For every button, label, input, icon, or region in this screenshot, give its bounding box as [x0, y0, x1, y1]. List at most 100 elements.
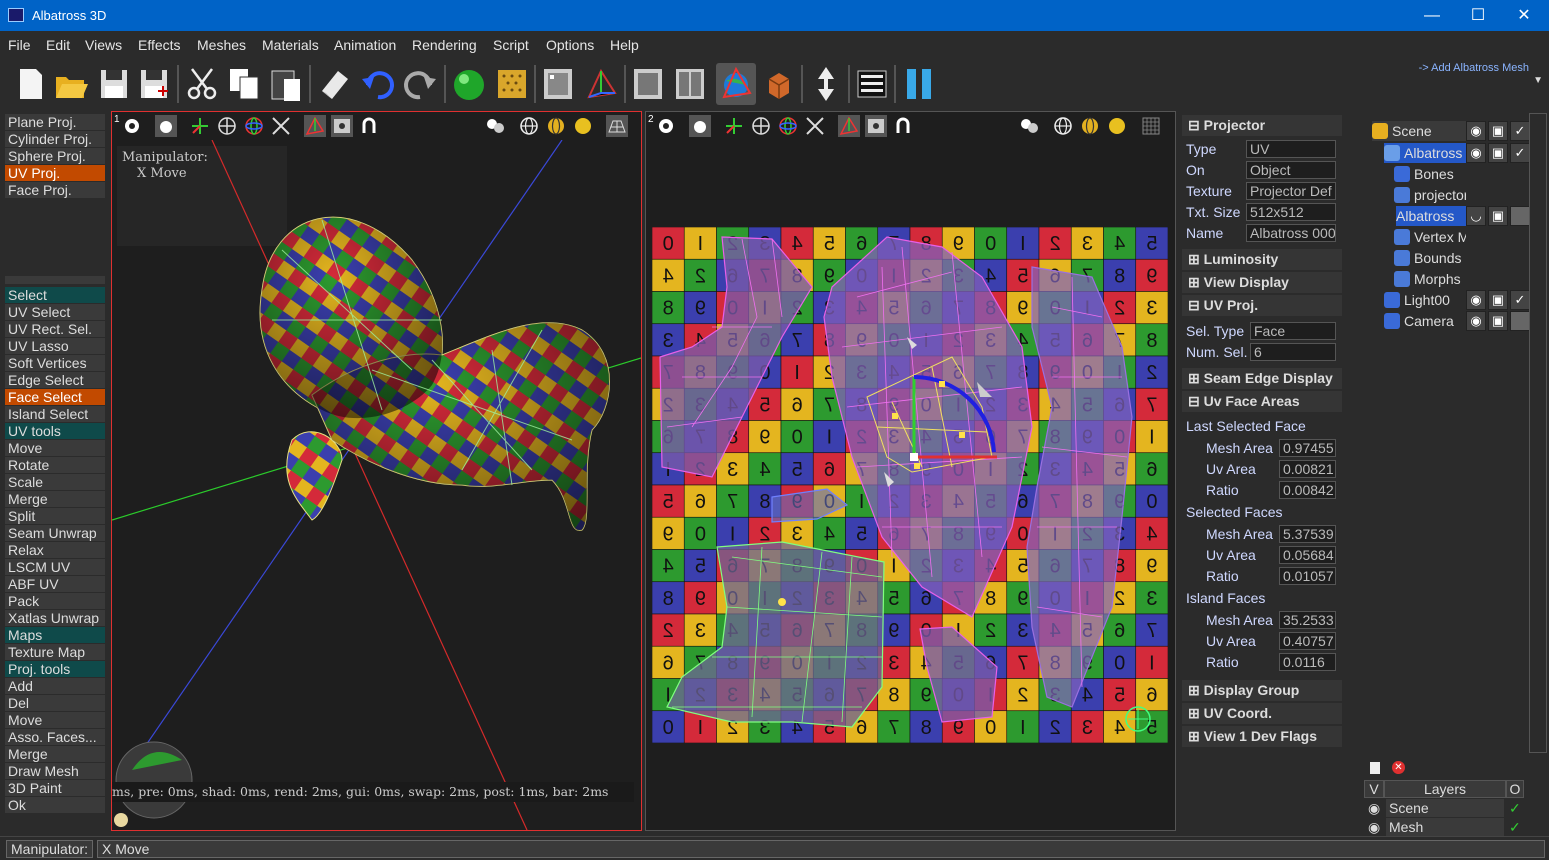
uv-lasso-button[interactable]: UV Lasso [5, 338, 105, 354]
sf-mesh-area-field[interactable]: 5.37539 [1279, 525, 1336, 543]
check-icon[interactable]: ✓ [1509, 799, 1521, 817]
scale-button[interactable]: Scale [5, 474, 105, 490]
paste-icon[interactable] [266, 63, 306, 105]
tree-node-bounds[interactable]: Bounds [1394, 248, 1466, 268]
shaded-globe-icon[interactable] [1079, 115, 1101, 137]
lights-icon[interactable] [1018, 115, 1040, 137]
maximize-button[interactable]: ☐ [1455, 0, 1501, 31]
proj-tools-section-header[interactable]: Proj. tools [5, 661, 105, 677]
lock-toggle-icon[interactable]: ▣ [1488, 290, 1508, 310]
visibility-toggle-icon[interactable]: ◉ [1466, 311, 1486, 331]
visibility-toggle-icon[interactable]: ◉ [1466, 121, 1486, 141]
menu-meshes[interactable]: Meshes [197, 37, 246, 53]
texture-dots-icon[interactable] [492, 63, 532, 105]
projector-section-header[interactable]: ⊟ Projector [1182, 115, 1342, 136]
txt-size-field[interactable]: 512x512 [1246, 203, 1336, 221]
solid-sphere-icon[interactable] [1106, 115, 1128, 137]
asso-faces-button[interactable]: Asso. Faces... [5, 729, 105, 745]
layout-single-icon[interactable] [628, 63, 668, 105]
lscm-uv-button[interactable]: LSCM UV [5, 559, 105, 575]
viewport-uv-editor[interactable]: 2 0I234567890I23454267890I23456789890I23… [645, 111, 1176, 831]
open-folder-icon[interactable] [50, 63, 90, 105]
tree-node-scene[interactable]: Scene [1372, 121, 1466, 141]
add-albatross-mesh-link[interactable]: -> Add Albatross Mesh [1419, 62, 1529, 74]
tree-node-albatross-child[interactable]: Albatross [1396, 206, 1466, 226]
soft-vertices-button[interactable]: Soft Vertices [5, 355, 105, 371]
layers-col-visible[interactable]: V [1364, 780, 1384, 798]
uv-grid-icon[interactable] [1140, 115, 1162, 137]
menu-animation[interactable]: Animation [334, 37, 396, 53]
tree-node-light[interactable]: Light00 [1384, 290, 1466, 310]
tree-node-albatross[interactable]: Albatross [1384, 143, 1466, 163]
plane-proj-button[interactable]: Plane Proj. [5, 114, 105, 130]
pause-icon[interactable] [899, 63, 939, 105]
panel-splitter[interactable] [5, 276, 105, 284]
eraser-icon[interactable] [314, 63, 354, 105]
uv-coord-section-header[interactable]: ⊞ UV Coord. [1182, 703, 1342, 724]
scene-tree-scrollbar[interactable] [1529, 113, 1547, 753]
if-ratio-field[interactable]: 0.0116 [1279, 653, 1336, 671]
tree-node-morphs[interactable]: Morphs [1394, 269, 1466, 289]
sf-ratio-field[interactable]: 0.01057 [1279, 567, 1336, 585]
layers-col-o[interactable]: O [1506, 780, 1524, 798]
select-section-header[interactable]: Select [5, 287, 105, 303]
settings-gear-icon[interactable] [121, 115, 143, 137]
orientation-gizmo-ball[interactable] [115, 741, 193, 819]
grid-floor-icon[interactable] [606, 115, 628, 137]
check-toggle-icon[interactable]: ✓ [1510, 121, 1530, 141]
wireframe-globe-icon[interactable] [518, 115, 540, 137]
name-field[interactable]: Albatross 000 [1246, 224, 1336, 242]
viewport-3d[interactable]: 1 Manipulator: X Move ms, pre: 0ms, shad… [111, 111, 642, 831]
new-layer-icon[interactable] [1370, 762, 1380, 774]
menu-edit[interactable]: Edit [46, 37, 70, 53]
save-as-icon[interactable] [134, 63, 174, 105]
if-uv-area-field[interactable]: 0.40757 [1279, 632, 1336, 650]
uv-texture-canvas[interactable]: 0I234567890I23454267890I23456789890I2345… [652, 227, 1168, 743]
orbit-icon[interactable] [216, 115, 238, 137]
if-mesh-area-field[interactable]: 35.2533 [1279, 611, 1336, 629]
seam-unwrap-button[interactable]: Seam Unwrap [5, 525, 105, 541]
menu-materials[interactable]: Materials [262, 37, 319, 53]
abf-uv-button[interactable]: ABF UV [5, 576, 105, 592]
scale-cross-icon[interactable] [270, 115, 292, 137]
proj-move-button[interactable]: Move [5, 712, 105, 728]
sphere-proj-button[interactable]: Sphere Proj. [5, 148, 105, 164]
uv-proj-button[interactable]: UV Proj. [5, 165, 105, 181]
orbit-icon[interactable] [750, 115, 772, 137]
on-field[interactable]: Object [1246, 161, 1336, 179]
visibility-toggle-icon[interactable]: ◡ [1466, 206, 1486, 226]
3d-paint-button[interactable]: 3D Paint [5, 780, 105, 796]
magnet-icon[interactable] [358, 115, 380, 137]
check-toggle-icon[interactable] [1510, 311, 1530, 331]
layer-row-scene[interactable]: ◉ Scene ✓ [1364, 799, 1522, 817]
layer-row-mesh[interactable]: ◉ Mesh ✓ [1364, 818, 1522, 836]
new-file-icon[interactable] [10, 63, 50, 105]
axes-toggle-icon[interactable] [304, 115, 326, 137]
check-toggle-icon[interactable]: ✓ [1510, 143, 1530, 163]
lock-toggle-icon[interactable]: ▣ [1488, 121, 1508, 141]
move-button[interactable]: Move [5, 440, 105, 456]
save-icon[interactable] [94, 63, 134, 105]
check-toggle-icon[interactable] [1510, 206, 1530, 226]
magnet-icon[interactable] [892, 115, 914, 137]
lock-toggle-icon[interactable]: ▣ [1488, 206, 1508, 226]
uv-globe-icon[interactable] [716, 63, 756, 105]
lsf-mesh-area-field[interactable]: 0.97455 [1279, 439, 1336, 457]
edge-select-button[interactable]: Edge Select [5, 372, 105, 388]
texture-map-button[interactable]: Texture Map [5, 644, 105, 660]
lock-toggle-icon[interactable]: ▣ [1488, 311, 1508, 331]
lsf-uv-area-field[interactable]: 0.00821 [1279, 460, 1336, 478]
move-gizmo-icon[interactable] [189, 115, 211, 137]
eye-icon[interactable]: ◉ [1368, 818, 1380, 836]
del-button[interactable]: Del [5, 695, 105, 711]
face-proj-button[interactable]: Face Proj. [5, 182, 105, 198]
tree-node-camera[interactable]: Camera [1384, 311, 1466, 331]
axis-view-icon[interactable] [581, 63, 621, 105]
menu-file[interactable]: File [8, 37, 31, 53]
scale-cross-icon[interactable] [804, 115, 826, 137]
3d-scene-canvas[interactable] [112, 140, 641, 830]
uv-proj-section-header[interactable]: ⊟ UV Proj. [1182, 295, 1342, 316]
menu-script[interactable]: Script [493, 37, 529, 53]
rotate-button[interactable]: Rotate [5, 457, 105, 473]
lock-toggle-icon[interactable]: ▣ [1488, 143, 1508, 163]
